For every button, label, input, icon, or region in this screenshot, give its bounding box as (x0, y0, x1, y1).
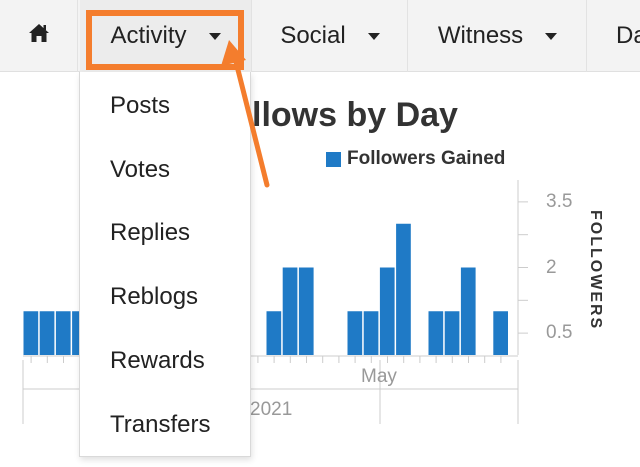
chart-bar (428, 311, 444, 355)
chart-bar (460, 267, 476, 355)
chart-bar (55, 311, 71, 355)
chart-bar (282, 267, 298, 355)
chart-bar (363, 311, 379, 355)
menu-item-transfers[interactable]: Transfers (110, 411, 210, 439)
menu-item-posts[interactable]: Posts (110, 92, 170, 120)
menu-item-replies[interactable]: Replies (110, 219, 190, 247)
chart-bar (444, 311, 460, 355)
menu-item-votes[interactable]: Votes (110, 156, 170, 184)
chart-bar (298, 267, 314, 355)
x-year-label: 2021 (250, 399, 293, 420)
chart-bar (39, 311, 55, 355)
x-month-label: May (361, 366, 397, 387)
chart-bar (396, 223, 411, 355)
y-tick-label: 2 (546, 256, 557, 278)
y-tick-label: 0.5 (546, 322, 573, 344)
chart-bar (379, 267, 395, 355)
y-tick-label: 3.5 (546, 190, 573, 212)
chart-bar (347, 311, 363, 355)
chart-bar (493, 311, 508, 355)
chart-bar (23, 311, 39, 355)
chart-bar (266, 311, 282, 355)
menu-item-reblogs[interactable]: Reblogs (110, 283, 198, 311)
activity-dropdown-menu: Posts Votes Replies Reblogs Rewards Tran… (79, 72, 251, 457)
menu-item-rewards[interactable]: Rewards (110, 347, 205, 375)
y-axis-label: FOLLOWERS (587, 210, 604, 331)
